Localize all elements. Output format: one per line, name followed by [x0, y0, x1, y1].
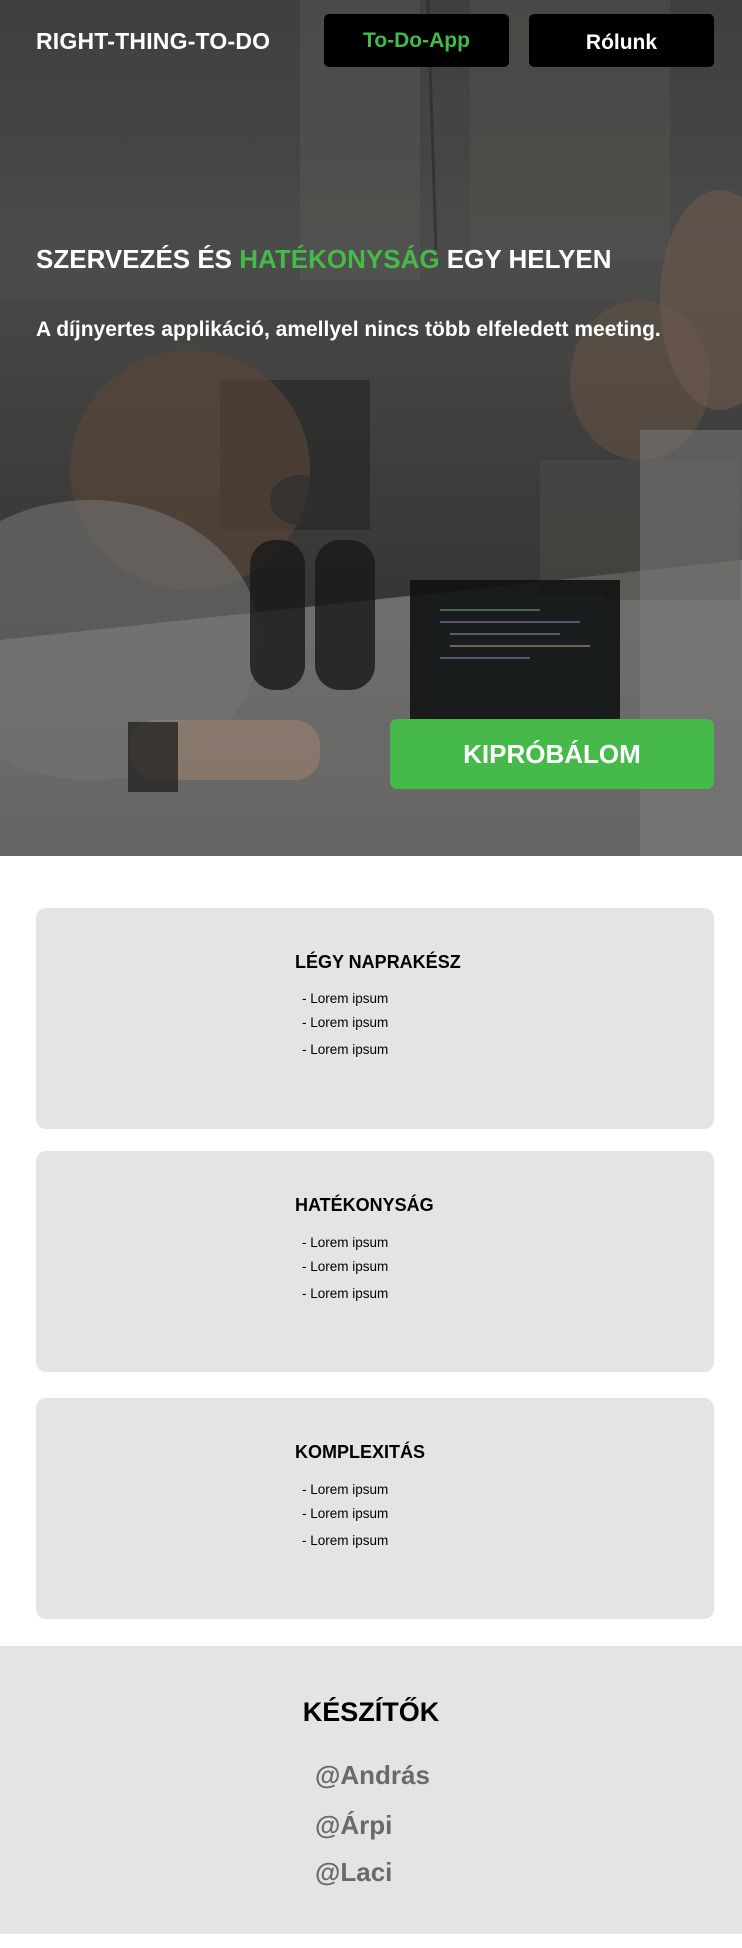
hero-headline: SZERVEZÉS ÉS HATÉKONYSÁG EGY HELYEN [36, 244, 612, 275]
feature-list-item: - Lorem ipsum [302, 1533, 389, 1548]
try-it-button[interactable]: KIPRÓBÁLOM [390, 719, 714, 789]
feature-list-item: - Lorem ipsum [302, 1259, 389, 1274]
about-us-nav-button[interactable]: Rólunk [529, 14, 714, 67]
feature-card-complexity: KOMPLEXITÁS - Lorem ipsum - Lorem ipsum … [36, 1398, 714, 1619]
todo-app-nav-button[interactable]: To-Do-App [324, 14, 509, 67]
feature-list-item: - Lorem ipsum [302, 991, 389, 1006]
feature-card-title: HATÉKONYSÁG [295, 1195, 434, 1215]
feature-list-item: - Lorem ipsum [302, 1482, 389, 1497]
feature-list-item: - Lorem ipsum [302, 1015, 389, 1030]
brand-logo[interactable]: RIGHT-THING-TO-DO [36, 28, 270, 55]
feature-card-efficiency: HATÉKONYSÁG - Lorem ipsum - Lorem ipsum … [36, 1151, 714, 1372]
feature-list-item: - Lorem ipsum [302, 1042, 389, 1057]
feature-list-item: - Lorem ipsum [302, 1286, 389, 1301]
author-handle-andras[interactable]: @András [315, 1760, 430, 1791]
headline-accent-text: HATÉKONYSÁG [239, 244, 440, 274]
feature-list-item: - Lorem ipsum [302, 1235, 389, 1250]
author-handle-arpi[interactable]: @Árpi [315, 1810, 392, 1841]
feature-list-item: - Lorem ipsum [302, 1506, 389, 1521]
headline-text-start: SZERVEZÉS ÉS [36, 244, 240, 274]
author-handle-laci[interactable]: @Laci [315, 1857, 392, 1888]
feature-card-stay-updated: LÉGY NAPRAKÉSZ - Lorem ipsum - Lorem ips… [36, 908, 714, 1129]
credits-title: KÉSZÍTŐK [302, 1697, 440, 1727]
feature-card-title: LÉGY NAPRAKÉSZ [295, 952, 461, 972]
feature-card-title: KOMPLEXITÁS [295, 1442, 426, 1462]
credits-section: KÉSZÍTŐK @András @Árpi @Laci [0, 1646, 742, 1934]
headline-text-end: EGY HELYEN [439, 244, 612, 274]
hero-subheadline: A díjnyertes applikáció, amellyel nincs … [36, 318, 661, 341]
hero-section: RIGHT-THING-TO-DO To-Do-App Rólunk SZERV… [0, 0, 742, 856]
